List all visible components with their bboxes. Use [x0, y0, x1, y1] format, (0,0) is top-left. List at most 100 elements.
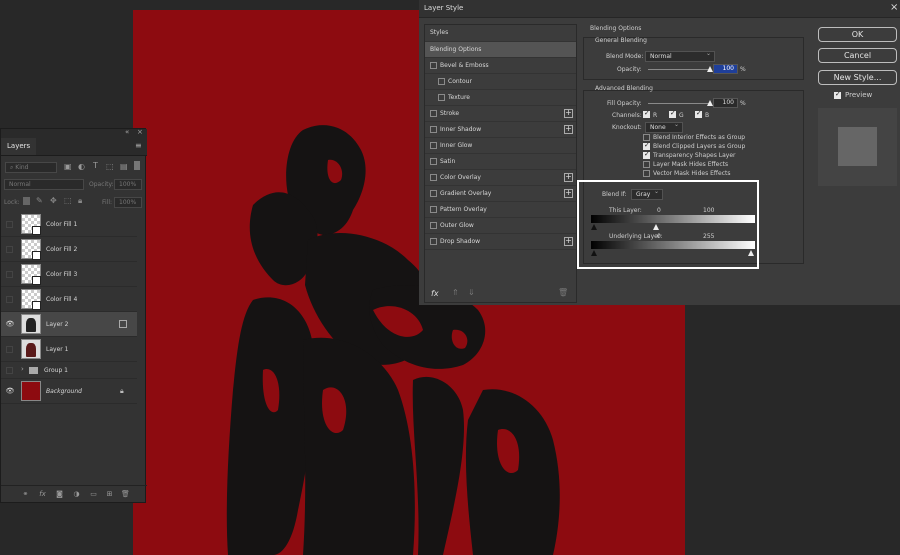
style-contour[interactable]: Contour — [425, 74, 576, 90]
style-satin[interactable]: Satin — [425, 154, 576, 170]
checkbox[interactable] — [430, 110, 437, 117]
add-style-icon[interactable]: + — [564, 237, 573, 246]
channel-g-checkbox[interactable] — [669, 109, 676, 118]
fx-icon[interactable]: fx — [36, 488, 49, 501]
checkbox[interactable] — [430, 126, 437, 133]
fill-opacity-field[interactable]: 100 — [713, 98, 738, 108]
add-style-icon[interactable]: + — [564, 109, 573, 118]
style-stroke[interactable]: Stroke + — [425, 106, 576, 122]
filter-kind-select[interactable]: ⌕ Kind — [5, 162, 57, 173]
lock-all-icon[interactable]: 🔒︎ — [78, 196, 82, 206]
visibility-toggle[interactable] — [6, 246, 13, 253]
visibility-toggle[interactable] — [6, 221, 13, 228]
layer-mask-hides-checkbox[interactable] — [643, 161, 650, 168]
filter-toggle-icon[interactable] — [134, 161, 140, 170]
opacity-slider-track[interactable] — [648, 69, 710, 70]
lock-artboard-icon[interactable]: ⬚ — [64, 196, 72, 205]
collapse-icon[interactable]: « — [125, 128, 129, 136]
underlying-black-slider[interactable] — [591, 250, 597, 256]
layer-row[interactable]: Layer 1 — [1, 337, 137, 362]
style-inner-glow[interactable]: Inner Glow — [425, 138, 576, 154]
lock-transparent-icon[interactable] — [23, 197, 30, 205]
layer-row[interactable]: 👁︎ Background 🔒︎ — [1, 379, 137, 404]
channel-r-checkbox[interactable] — [643, 109, 650, 118]
checkbox[interactable] — [430, 222, 437, 229]
style-bevel-emboss[interactable]: Bevel & Emboss — [425, 58, 576, 74]
layer-row[interactable]: Color Fill 4 — [1, 287, 137, 312]
filter-type-icon[interactable]: T — [93, 161, 98, 170]
checkbox[interactable] — [430, 174, 437, 181]
checkbox[interactable] — [438, 78, 445, 85]
checkbox[interactable] — [430, 158, 437, 165]
add-style-icon[interactable]: + — [564, 189, 573, 198]
channel-b-checkbox[interactable] — [695, 109, 702, 118]
add-mask-icon[interactable]: ◙ — [53, 488, 66, 501]
filter-smart-object-icon[interactable]: ▤ — [120, 162, 128, 171]
visibility-toggle[interactable] — [6, 367, 13, 374]
lock-position-icon[interactable]: ✥ — [50, 196, 57, 205]
style-pattern-overlay[interactable]: Pattern Overlay — [425, 202, 576, 218]
visibility-toggle[interactable] — [6, 346, 13, 353]
underlying-white-slider[interactable] — [748, 250, 754, 256]
this-layer-black-slider[interactable] — [591, 224, 597, 230]
visibility-toggle[interactable] — [6, 296, 13, 303]
style-outer-glow[interactable]: Outer Glow — [425, 218, 576, 234]
new-style-button[interactable]: New Style... — [818, 70, 897, 85]
filter-pixel-icon[interactable]: ▣ — [64, 162, 72, 171]
style-texture[interactable]: Texture — [425, 90, 576, 106]
vector-mask-hides-checkbox[interactable] — [643, 170, 650, 177]
fill-opacity-slider-track[interactable] — [648, 103, 710, 104]
style-drop-shadow[interactable]: Drop Shadow + — [425, 234, 576, 250]
adjustment-layer-icon[interactable]: ◑ — [70, 488, 83, 501]
close-icon[interactable]: × — [890, 2, 898, 13]
trash-icon[interactable]: 🗑︎ — [119, 488, 132, 501]
move-down-icon[interactable]: ⇓ — [468, 288, 475, 297]
checkbox[interactable] — [430, 206, 437, 213]
new-group-icon[interactable]: ▭ — [87, 488, 100, 501]
blend-mode-select[interactable]: Normal — [645, 49, 715, 62]
add-style-icon[interactable]: + — [564, 125, 573, 134]
transparency-shapes-checkbox[interactable] — [643, 150, 650, 159]
panel-menu-icon[interactable]: ≡ — [135, 141, 142, 150]
layer-group-row[interactable]: › Group 1 — [1, 362, 137, 379]
new-layer-icon[interactable]: ⊞ — [103, 488, 116, 501]
blend-interior-checkbox[interactable] — [643, 134, 650, 141]
trash-icon[interactable]: 🗑︎ — [558, 288, 568, 297]
knockout-select[interactable]: None — [645, 120, 683, 133]
lock-pixels-icon[interactable]: ✎ — [36, 196, 43, 205]
style-color-overlay[interactable]: Color Overlay + — [425, 170, 576, 186]
this-layer-white-slider[interactable] — [653, 224, 659, 230]
move-up-icon[interactable]: ⇑ — [452, 288, 459, 297]
layer-row[interactable]: Color Fill 1 — [1, 212, 137, 237]
blend-clipped-checkbox[interactable] — [643, 141, 650, 150]
layer-row[interactable]: Color Fill 2 — [1, 237, 137, 262]
layer-blend-mode-select[interactable]: Normal — [4, 179, 84, 190]
layer-fill-field[interactable]: 100% — [114, 197, 142, 208]
layer-opacity-field[interactable]: 100% — [114, 179, 142, 190]
fx-menu-button[interactable]: fx — [431, 289, 439, 298]
eye-icon[interactable]: 👁︎ — [5, 379, 15, 404]
filter-shape-icon[interactable]: ⬚ — [106, 162, 114, 171]
chevron-right-icon[interactable]: › — [21, 365, 24, 373]
tab-layers[interactable]: Layers — [1, 138, 37, 155]
checkbox[interactable] — [430, 62, 437, 69]
cancel-button[interactable]: Cancel — [818, 48, 897, 63]
close-icon[interactable]: × — [137, 128, 143, 136]
style-inner-shadow[interactable]: Inner Shadow + — [425, 122, 576, 138]
checkbox[interactable] — [438, 94, 445, 101]
style-gradient-overlay[interactable]: Gradient Overlay + — [425, 186, 576, 202]
eye-icon[interactable]: 👁︎ — [5, 312, 15, 337]
checkbox[interactable] — [430, 190, 437, 197]
add-style-icon[interactable]: + — [564, 173, 573, 182]
blend-if-select[interactable]: Gray — [631, 187, 663, 200]
filter-adjustment-icon[interactable]: ◐ — [78, 162, 85, 171]
visibility-toggle[interactable] — [6, 271, 13, 278]
checkbox[interactable] — [430, 142, 437, 149]
checkbox[interactable] — [430, 238, 437, 245]
layer-row[interactable]: Color Fill 3 — [1, 262, 137, 287]
opacity-field[interactable]: 100 — [713, 64, 738, 74]
preview-checkbox[interactable] — [834, 90, 841, 99]
style-blending-options[interactable]: Blending Options — [425, 42, 576, 58]
link-layers-icon[interactable]: ⚭ — [19, 488, 32, 501]
styles-header[interactable]: Styles — [425, 25, 576, 42]
